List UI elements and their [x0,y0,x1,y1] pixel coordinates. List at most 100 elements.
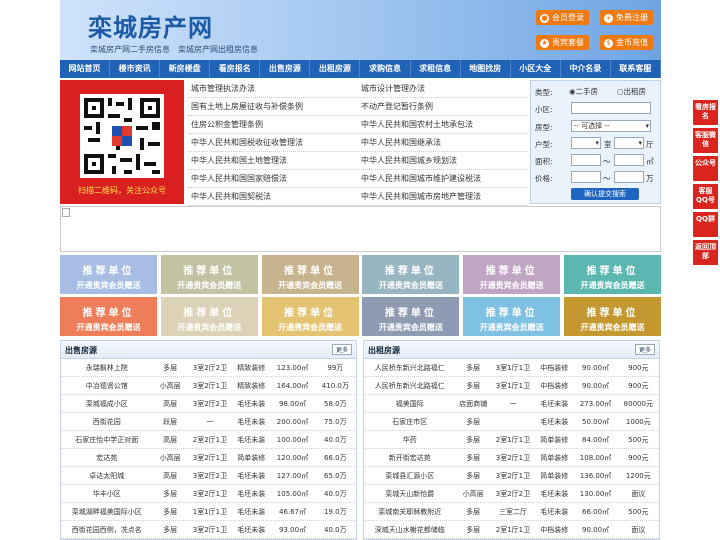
policy-link[interactable]: 城市管理执法办法 [188,80,358,97]
listing-title[interactable]: 人民桥东新兴北路福仁 [364,359,455,376]
table-row[interactable]: 华丰小区 多层 3室2厅1卫 毛坯未装 105.00㎡ 40.0万 [61,485,356,503]
price-max-input[interactable] [614,171,644,183]
policy-link[interactable]: 城市设计管理办法 [358,80,528,97]
listing-title[interactable]: 栾城县汇源小区 [364,467,455,484]
sidebar-button[interactable]: 公众号 [693,156,718,181]
table-row[interactable]: 石家庄市区 多层 毛坯未装 50.00㎡ 1000元 [364,413,659,431]
recommend-ad[interactable]: 推荐单位 开通贵宾会员赠送 [463,297,561,336]
sidebar-button[interactable]: 客服微信 [693,128,718,153]
rent-more-link[interactable]: 更多 [634,344,655,355]
area-min-input[interactable] [571,154,601,166]
nav-item[interactable]: 楼市资讯 [110,60,161,78]
listing-title[interactable]: 宏达苑 [61,449,152,466]
recommend-ad[interactable]: 推荐单位 开通贵宾会员赠送 [261,297,359,336]
sale-more-link[interactable]: 更多 [331,344,352,355]
policy-link[interactable]: 中华人民共和国契税法 [188,188,358,205]
table-row[interactable]: 栾城县汇源小区 多层 3室2厅1卫 简单装修 136.00㎡ 1200元 [364,467,659,485]
policy-link[interactable]: 中华人民共和国国家赔偿法 [188,170,358,187]
area-max-input[interactable] [614,154,644,166]
table-row[interactable]: 西街花园 跃层 一 毛坯未装 200.00㎡ 75.0万 [61,413,356,431]
listing-title[interactable]: 栾城天山新怡爵 [364,485,455,502]
table-row[interactable]: 栾城福成小区 高层 3室2厅2卫 毛坯未装 98.00㎡ 58.0万 [61,395,356,413]
nav-item[interactable]: 出租房源 [310,60,361,78]
listing-title[interactable]: 深城天山水榭花都储临 [364,521,455,538]
listing-title[interactable]: 栾城湖畔福美国际小区 [61,503,152,520]
sidebar-button[interactable]: 看房报名 [693,100,718,125]
table-row[interactable]: 卓达太阳城 高层 3室2厅2卫 毛坯未装 127.00㎡ 65.0万 [61,467,356,485]
listing-title[interactable]: 福美国际 [364,395,455,412]
listing-title[interactable]: 华药 [364,431,455,448]
recharge-button[interactable]: $ 金币充值 [600,35,653,50]
nav-item[interactable]: 中介名录 [561,60,611,78]
listing-title[interactable]: 卓达太阳城 [61,467,152,484]
hall-select[interactable]: ▾ [614,137,644,149]
listing-title[interactable]: 石家庄市区 [364,413,455,430]
type-radio-secondhand[interactable]: ◉二手房 [569,86,598,97]
sidebar-button[interactable]: 客服QQ号 [693,184,718,209]
listing-title[interactable]: 新开街宏达苑 [364,449,455,466]
vip-package-button[interactable]: ★ 贵宾套餐 [536,35,589,50]
room-select[interactable]: ▾ [571,137,601,149]
nav-item[interactable]: 联系客服 [611,60,661,78]
nav-item[interactable]: 新房楼盘 [160,60,211,78]
table-row[interactable]: 人民桥东新兴北路福仁 多层 3室1厅1卫 中档装修 90.00㎡ 900元 [364,377,659,395]
price-min-input[interactable] [571,171,601,183]
nav-item[interactable]: 看房报名 [210,60,261,78]
listing-title[interactable]: 永瑞枫林上院 [61,359,152,376]
listing-title[interactable]: 西街花园 [61,413,152,430]
login-button[interactable]: ● 会员登录 [536,10,589,25]
listing-title[interactable]: 中冶德贤公馆 [61,377,152,394]
banner-ad[interactable] [60,206,661,252]
table-row[interactable]: 宏达苑 小高层 3室2厅1卫 简单装修 120.00㎡ 66.0万 [61,449,356,467]
listing-title[interactable]: 人民桥东新兴北路福仁 [364,377,455,394]
policy-link[interactable]: 中华人民共和国农村土地承包法 [358,116,528,133]
recommend-ad[interactable]: 推荐单位 开通贵宾会员赠送 [563,255,661,294]
recommend-ad[interactable]: 推荐单位 开通贵宾会员赠送 [362,255,460,294]
policy-link[interactable]: 不动产登记暂行条例 [358,98,528,115]
recommend-ad[interactable]: 推荐单位 开通贵宾会员赠送 [160,297,258,336]
policy-link[interactable]: 国有土地上房屋征收与补偿条例 [188,98,358,115]
table-row[interactable]: 华药 多层 2室1厅1卫 简单装修 84.00㎡ 500元 [364,431,659,449]
listing-title[interactable]: 栾城南关耶稣教附近 [364,503,455,520]
table-row[interactable]: 新开街宏达苑 多层 3室2厅1卫 简单装修 108.00㎡ 900元 [364,449,659,467]
housetype-select[interactable]: -- 可选择 -- ▾ [571,120,651,132]
community-input[interactable] [571,102,651,114]
policy-link[interactable]: 中华人民共和国土地管理法 [188,152,358,169]
listing-title[interactable]: 栾城福成小区 [61,395,152,412]
site-logo[interactable]: 栾城房产网 [88,8,213,43]
table-row[interactable]: 西街花园西侧，冼点名 多层 3室2厅1卫 毛坯未装 93.00㎡ 40.0万 [61,521,356,539]
sub-link-sale[interactable]: 栾城房产网二手房信息 [90,45,170,54]
nav-item[interactable]: 网站首页 [60,60,111,78]
listing-title[interactable]: 石家庄怡中学正对面 [61,431,152,448]
recommend-ad[interactable]: 推荐单位 开通贵宾会员赠送 [362,297,460,336]
recommend-ad[interactable]: 推荐单位 开通贵宾会员赠送 [463,255,561,294]
sidebar-button[interactable]: QQ群 [693,212,718,237]
policy-link[interactable]: 中华人民共和国继承法 [358,134,528,151]
type-radio-rent[interactable]: ○出租房 [617,86,646,97]
nav-item[interactable]: 出售房源 [260,60,311,78]
table-row[interactable]: 栾城南关耶稣教附近 多层 三室二厅 毛坯未装 66.00㎡ 500元 [364,503,659,521]
table-row[interactable]: 栾城湖畔福美国际小区 多层 1室1厅1卫 毛坯未装 46.67㎡ 19.0万 [61,503,356,521]
recommend-ad[interactable]: 推荐单位 开通贵宾会员赠送 [563,297,661,336]
listing-title[interactable]: 华丰小区 [61,485,152,502]
table-row[interactable]: 人民桥东新兴北路福仁 多层 3室1厅1卫 中档装修 90.00㎡ 900元 [364,359,659,377]
table-row[interactable]: 中冶德贤公馆 小高层 3室2厅1卫 精致装修 164.00㎡ 410.0万 [61,377,356,395]
policy-link[interactable]: 中华人民共和国税收征收管理法 [188,134,358,151]
recommend-ad[interactable]: 推荐单位 开通贵宾会员赠送 [60,297,157,336]
recommend-ad[interactable]: 推荐单位 开通贵宾会员赠送 [60,255,157,294]
nav-item[interactable]: 求租信息 [411,60,461,78]
recommend-ad[interactable]: 推荐单位 开通贵宾会员赠送 [160,255,258,294]
table-row[interactable]: 栾城天山新怡爵 小高层 3室2厅2卫 毛坯未装 130.00㎡ 面议 [364,485,659,503]
table-row[interactable]: 深城天山水榭花都储临 多层 2室1厅1卫 中档装修 90.00㎡ 面议 [364,521,659,539]
sidebar-button[interactable]: 返回顶部 [693,240,718,265]
sub-link-rent[interactable]: 栾城房产网出租房信息 [178,45,258,54]
search-submit-button[interactable]: 确认提交搜索 [571,188,639,200]
policy-link[interactable]: 中华人民共和国城乡规划法 [358,152,528,169]
table-row[interactable]: 石家庄怡中学正对面 高层 2室2厅1卫 毛坯未装 100.00㎡ 40.0万 [61,431,356,449]
nav-item[interactable]: 求购信息 [360,60,411,78]
policy-link[interactable]: 中华人民共和国城市房地产管理法 [358,188,528,205]
policy-link[interactable]: 中华人民共和国城市维护建设税法 [358,170,528,187]
listing-title[interactable]: 西街花园西侧，冼点名 [61,521,152,538]
recommend-ad[interactable]: 推荐单位 开通贵宾会员赠送 [261,255,359,294]
register-button[interactable]: + 免费注册 [600,10,653,25]
